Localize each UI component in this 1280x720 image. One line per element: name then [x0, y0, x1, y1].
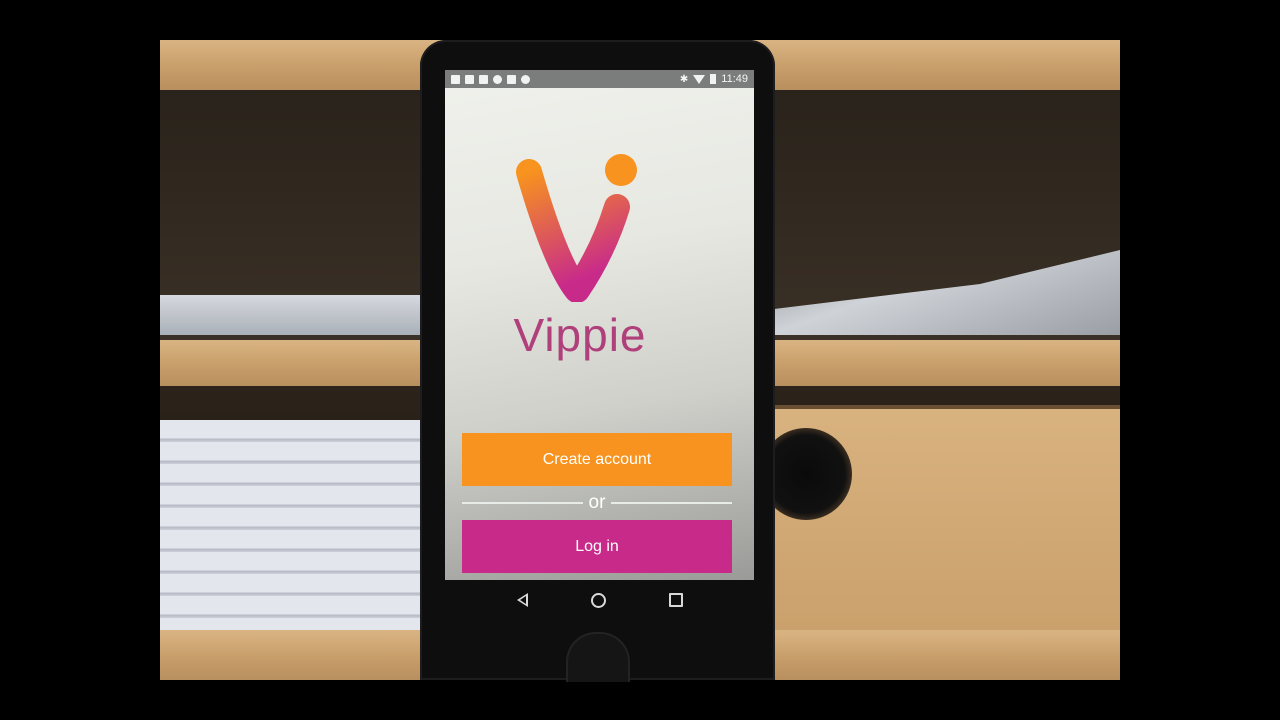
app-name: Vippie: [513, 309, 647, 361]
divider-line: [462, 502, 583, 504]
paper-stack: [160, 420, 430, 630]
login-button[interactable]: Log in: [462, 520, 732, 573]
tools-icon: [479, 74, 488, 84]
create-account-button[interactable]: Create account: [462, 433, 732, 486]
shelf-middle-right: [770, 340, 1120, 386]
recent-apps-icon[interactable]: [668, 593, 683, 607]
or-label: or: [588, 492, 606, 513]
phone-screen: ✱ 11:49 Vippie Create account or Log in: [445, 70, 754, 580]
divider-line: [611, 502, 732, 504]
info-icon: [493, 74, 502, 84]
physical-home-button[interactable]: [566, 632, 630, 682]
lock-icon: [507, 74, 516, 84]
facebook-icon: [451, 74, 460, 84]
shelf-middle-left: [160, 340, 430, 386]
facebook-icon: [465, 74, 474, 84]
system-icons: ✱ 11:49: [680, 73, 748, 85]
wifi-icon: [693, 74, 706, 84]
android-icon: [521, 74, 530, 84]
status-bar: ✱ 11:49: [445, 70, 754, 88]
back-icon[interactable]: [516, 593, 528, 607]
vippie-logo-icon: [516, 154, 637, 302]
navigation-bar: [445, 580, 754, 620]
home-icon[interactable]: [590, 592, 606, 608]
notification-icons: [451, 74, 530, 84]
bluetooth-icon: ✱: [679, 73, 689, 85]
or-divider: or: [462, 492, 732, 514]
status-time: 11:49: [721, 73, 748, 85]
battery-icon: [710, 74, 717, 84]
paper-stack: [160, 295, 430, 335]
